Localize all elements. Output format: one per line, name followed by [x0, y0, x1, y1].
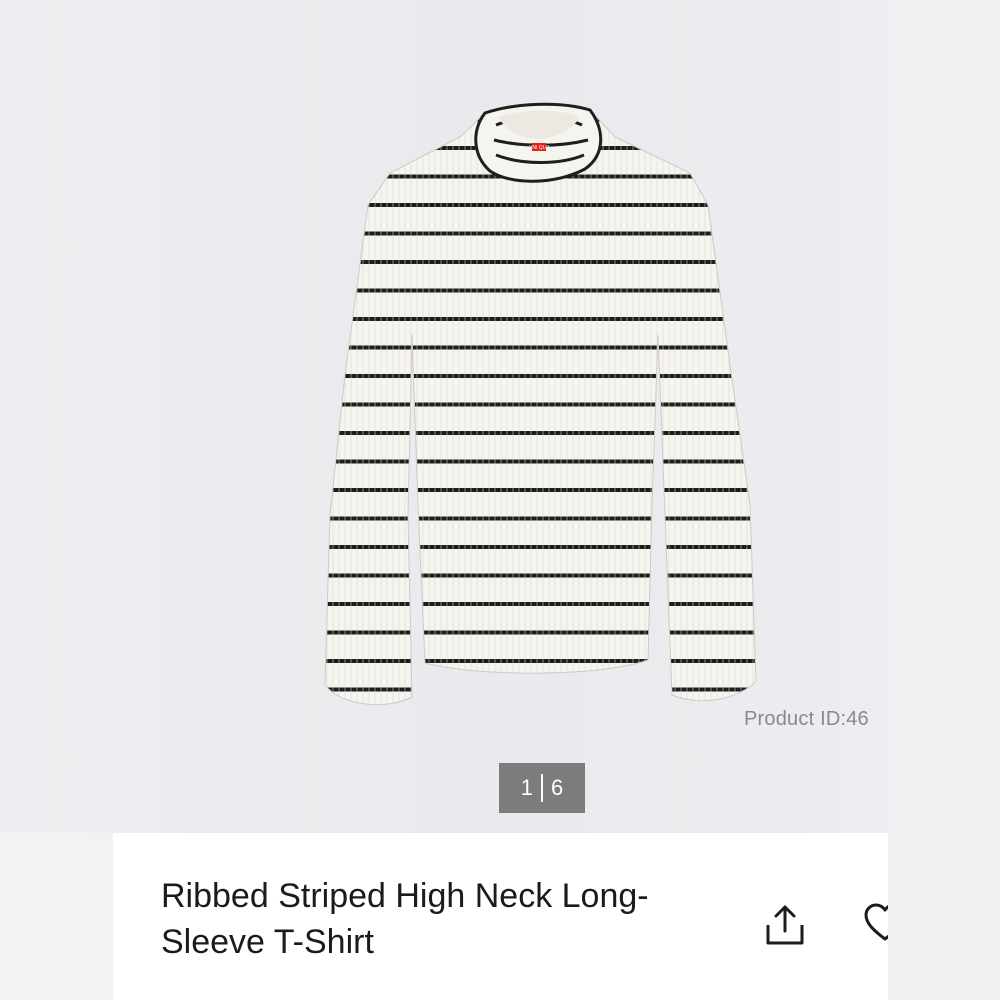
adjacent-panel-edge	[888, 0, 1000, 1000]
share-icon	[766, 905, 804, 945]
favorite-button[interactable]	[863, 903, 888, 943]
image-counter-current: 1	[520, 775, 533, 800]
product-id-label: Product ID:46	[744, 708, 869, 730]
product-image-gallery[interactable]: UNI QLO Product ID:46 1 6	[0, 0, 1000, 833]
image-counter-total: 6	[551, 775, 564, 800]
product-photo: UNI QLO	[324, 102, 757, 706]
product-info-card: Ribbed Striped High Neck Long-Sleeve T-S…	[113, 833, 888, 1000]
image-counter: 1 6	[499, 763, 585, 813]
counter-divider	[541, 774, 543, 802]
heart-icon	[864, 903, 888, 941]
svg-text:UNI QLO: UNI QLO	[529, 145, 550, 151]
product-title: Ribbed Striped High Neck Long-Sleeve T-S…	[161, 877, 649, 961]
share-button[interactable]	[763, 901, 807, 949]
